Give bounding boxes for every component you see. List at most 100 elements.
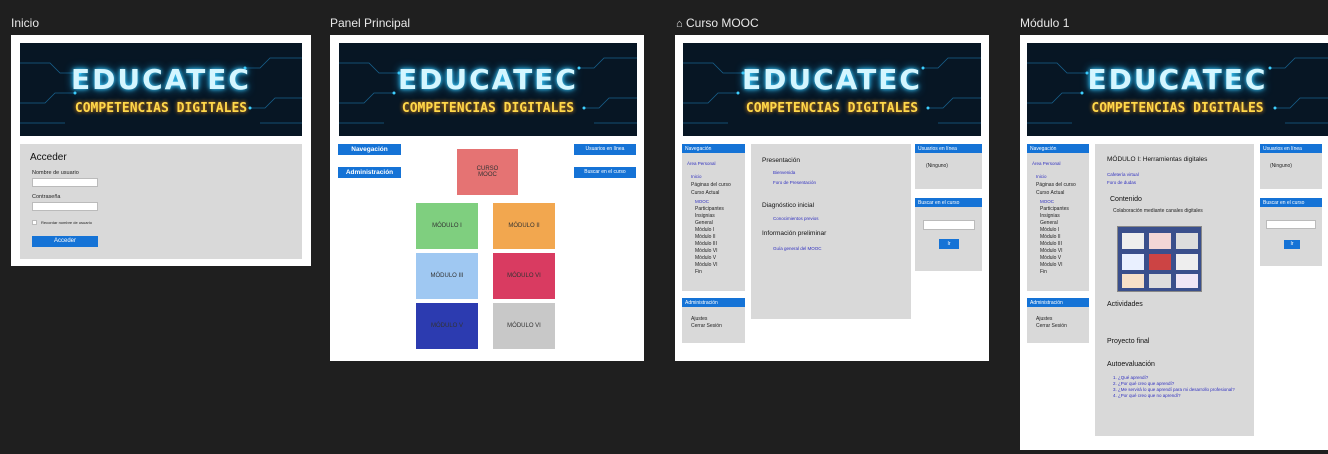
banner-subtitle: COMPETENCIAS DIGITALES [745, 100, 919, 116]
banner-title: EDUCATEC [398, 63, 578, 97]
search-input[interactable] [923, 220, 975, 230]
course-mooc-tile[interactable]: CURSO MOOC [457, 149, 518, 195]
self-eval-title: Autoevaluación [1107, 361, 1155, 368]
module-3-tile[interactable]: MÓDULO III [416, 253, 478, 299]
section-link[interactable]: Bienvenida [773, 170, 795, 175]
frame-title-panel: Panel Principal [330, 16, 411, 30]
nav-item[interactable]: Módulo III [695, 241, 717, 247]
nav-item[interactable]: Área Personal [687, 161, 716, 166]
nav-item[interactable]: MOOC [1040, 199, 1054, 204]
banner-title: EDUCATEC [71, 63, 251, 97]
content-title: Contenido [1110, 196, 1142, 203]
nav-item[interactable]: Módulo VI [1040, 262, 1063, 268]
self-eval-item[interactable]: 1. ¿Qué aprendí? [1113, 375, 1148, 380]
password-label: Contraseña [32, 194, 61, 200]
banner-subtitle: COMPETENCIAS DIGITALES [74, 100, 248, 116]
frame-title-inicio: Inicio [11, 16, 40, 30]
admin-block: Administración Ajustes Cerrar Sesión [682, 298, 745, 343]
nav-block: Navegación Área Personal Inicio Páginas … [682, 144, 745, 291]
nav-item[interactable]: Módulo VI [695, 262, 718, 268]
module-1-tile[interactable]: MÓDULO I [416, 203, 478, 249]
nav-item[interactable]: Inicio [691, 174, 702, 179]
nav-item[interactable]: Páginas del curso [1036, 182, 1076, 188]
course-content: Presentación Bienvenida Foro de Presenta… [751, 144, 911, 319]
nav-item[interactable]: General [1040, 220, 1058, 226]
nav-item[interactable]: Participantes [1040, 206, 1069, 212]
go-button[interactable]: Ir [1284, 240, 1300, 249]
section-link[interactable]: Foro de Presentación [773, 180, 816, 185]
nav-item[interactable]: Fin [1040, 269, 1047, 275]
users-online-value: (Ninguno) [926, 163, 948, 169]
activities-title: Actividades [1107, 301, 1143, 308]
module-4-tile[interactable]: MÓDULO VI [493, 253, 555, 299]
module-link[interactable]: Foro de dudas [1107, 180, 1136, 185]
module-5-tile[interactable]: MÓDULO V [416, 303, 478, 349]
nav-item[interactable]: Curso Actual [1036, 190, 1064, 196]
search-course-button[interactable]: Buscar en el curso [574, 167, 636, 178]
nav-item[interactable]: General [695, 220, 713, 226]
password-input[interactable] [32, 202, 98, 211]
admin-block: Administración Ajustes Cerrar Sesión [1027, 298, 1089, 343]
self-eval-item[interactable]: 3. ¿Me servirá lo que aprendí para mi de… [1113, 387, 1235, 392]
nav-item[interactable]: Páginas del curso [691, 182, 731, 188]
nav-item[interactable]: Área Personal [1032, 161, 1061, 166]
admin-item[interactable]: Cerrar Sesión [1036, 323, 1067, 329]
frame-title-curso: ⌂ Curso MOOC [676, 16, 759, 30]
self-eval-item[interactable]: 4. ¿Por qué creo que no aprendí? [1113, 393, 1181, 398]
nav-item[interactable]: Curso Actual [691, 190, 719, 196]
nav-item[interactable]: Inicio [1036, 174, 1047, 179]
remember-label: Recordar nombre de usuario [41, 220, 92, 225]
nav-item[interactable]: Módulo V [695, 255, 716, 261]
nav-item[interactable]: Módulo I [695, 227, 714, 233]
users-online-header: Usuarios en línea [915, 144, 982, 153]
nav-item[interactable]: Insignias [695, 213, 715, 219]
content-subtitle: Colaboración mediante canales digitales [1113, 208, 1203, 214]
nav-header: Navegación [1027, 144, 1089, 153]
section-link[interactable]: Conocimientos previos [773, 216, 819, 221]
nav-item[interactable]: MOOC [695, 199, 709, 204]
nav-item[interactable]: Módulo III [1040, 241, 1062, 247]
admin-item[interactable]: Ajustes [1036, 316, 1052, 322]
content-thumbnail[interactable] [1117, 226, 1202, 292]
nav-item[interactable]: Módulo II [695, 234, 716, 240]
module-2-tile[interactable]: MÓDULO II [493, 203, 555, 249]
banner: EDUCATEC COMPETENCIAS DIGITALES [20, 43, 302, 136]
search-input[interactable] [1266, 220, 1316, 229]
banner-title: EDUCATEC [1087, 63, 1268, 97]
frame-inicio: EDUCATEC COMPETENCIAS DIGITALES Acceder … [11, 35, 311, 266]
nav-item[interactable]: Módulo I [1040, 227, 1059, 233]
self-eval-item[interactable]: 2. ¿Por qué creo que aprendí? [1113, 381, 1174, 386]
nav-item[interactable]: Módulo VI [695, 248, 718, 254]
frame-modulo: EDUCATEC COMPETENCIAS DIGITALES Navegaci… [1020, 35, 1328, 450]
login-panel: Acceder Nombre de usuario Contraseña Rec… [20, 144, 302, 259]
banner: EDUCATEC COMPETENCIAS DIGITALES [1027, 43, 1328, 136]
nav-header: Navegación [682, 144, 745, 153]
nav-item[interactable]: Participantes [695, 206, 724, 212]
go-button[interactable]: Ir [939, 239, 959, 249]
username-input[interactable] [32, 178, 98, 187]
module-link[interactable]: Cafetería virtual [1107, 172, 1139, 177]
nav-item[interactable]: Fin [695, 269, 702, 275]
section-title: Información preliminar [762, 230, 827, 237]
users-online-block: Usuarios en línea (Ninguno) [1260, 144, 1322, 189]
section-link[interactable]: Guía general del MOOC [773, 246, 822, 251]
nav-item[interactable]: Módulo V [1040, 255, 1061, 261]
nav-item[interactable]: Módulo VI [1040, 248, 1063, 254]
module-6-tile[interactable]: MÓDULO VI [493, 303, 555, 349]
remember-checkbox[interactable] [32, 220, 37, 225]
admin-item[interactable]: Ajustes [691, 316, 707, 322]
users-online-button[interactable]: Usuarios en línea [574, 144, 636, 155]
banner: EDUCATEC COMPETENCIAS DIGITALES [683, 43, 981, 136]
nav-button[interactable]: Navegación [338, 144, 401, 155]
frame-title-modulo: Módulo 1 [1020, 16, 1070, 30]
login-button[interactable]: Acceder [32, 236, 98, 247]
nav-item[interactable]: Módulo II [1040, 234, 1061, 240]
home-icon: ⌂ [676, 18, 683, 30]
admin-header: Administración [1027, 298, 1089, 307]
banner-subtitle: COMPETENCIAS DIGITALES [401, 100, 575, 116]
nav-block: Navegación Área Personal Inicio Páginas … [1027, 144, 1089, 291]
admin-item[interactable]: Cerrar Sesión [691, 323, 722, 329]
search-header: Buscar en el curso [915, 198, 982, 207]
admin-button[interactable]: Administración [338, 167, 401, 178]
nav-item[interactable]: Insignias [1040, 213, 1060, 219]
